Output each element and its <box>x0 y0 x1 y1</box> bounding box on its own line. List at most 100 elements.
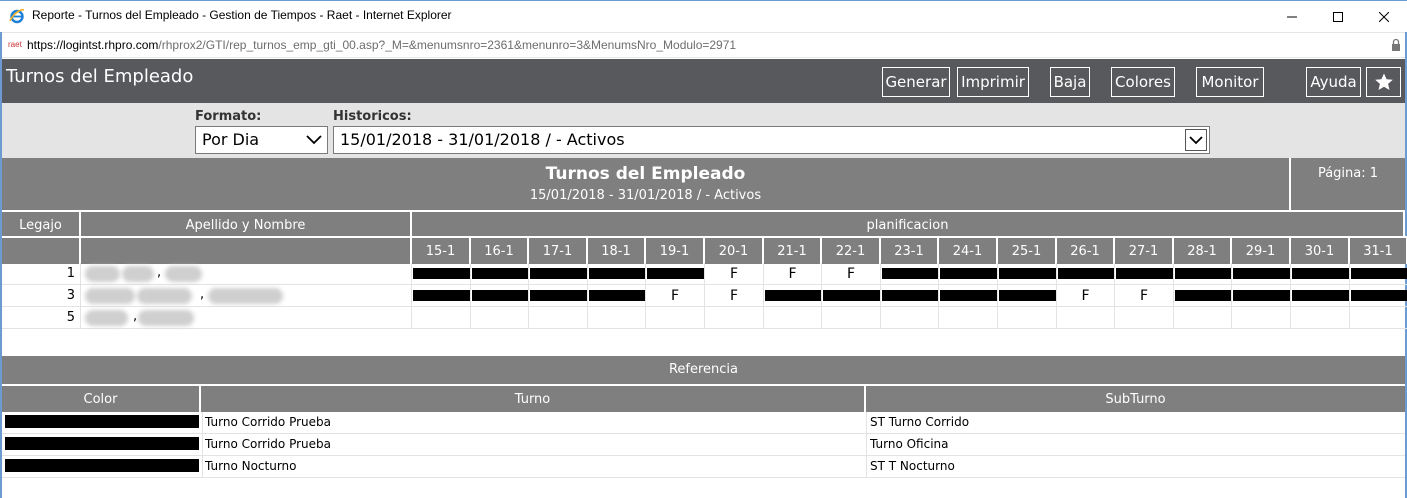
day-header: 19-1 <box>646 236 705 264</box>
day-header: 24-1 <box>939 236 998 264</box>
divider <box>202 456 203 478</box>
name-separator: , <box>133 309 138 324</box>
shift-bar <box>1351 290 1407 301</box>
app-header: Turnos del Empleado Generar Imprimir Baj… <box>2 59 1405 103</box>
address-bar[interactable]: raet https://logintst.rhpro.com/rhprox2/… <box>0 32 1407 58</box>
day-cell <box>471 307 529 329</box>
shift-bar <box>823 290 880 301</box>
report-subtitle: 15/01/2018 - 31/01/2018 / - Activos <box>529 188 762 203</box>
subturno-text: ST T Nocturno <box>870 459 955 473</box>
report-title: Turnos del Empleado <box>545 164 746 184</box>
url-text[interactable]: https://logintst.rhpro.com/rhprox2/GTI/r… <box>27 38 736 52</box>
day-header: 26-1 <box>1057 236 1115 264</box>
day-header: 30-1 <box>1291 236 1350 264</box>
divider <box>202 434 203 456</box>
day-header: 25-1 <box>998 236 1057 264</box>
day-cell: F <box>764 263 822 285</box>
legajo-cell: 5 <box>2 307 81 329</box>
colores-button[interactable]: Colores <box>1111 67 1175 97</box>
turno-text: Turno Nocturno <box>205 459 297 473</box>
redacted-name <box>122 266 154 282</box>
reference-col-subturno: SubTurno <box>866 384 1405 412</box>
color-swatch <box>5 437 199 450</box>
historicos-select[interactable]: 15/01/2018 - 31/01/2018 / - Activos <box>333 126 1210 154</box>
franco-mark: F <box>729 287 739 304</box>
divider <box>202 412 203 434</box>
site-favicon-icon: raet <box>8 40 22 49</box>
day-cell <box>412 263 471 285</box>
day-cell <box>764 307 822 329</box>
day-header: 27-1 <box>1115 236 1174 264</box>
shift-bar <box>1233 290 1290 301</box>
day-cell <box>529 263 588 285</box>
maximize-button[interactable] <box>1315 1 1361 32</box>
turno-text: Turno Corrido Prueba <box>205 437 331 451</box>
color-swatch <box>5 459 199 472</box>
baja-button[interactable]: Baja <box>1050 67 1090 97</box>
day-cell <box>1291 307 1350 329</box>
chevron-down-icon <box>303 129 325 151</box>
day-cell <box>646 307 705 329</box>
day-header: 18-1 <box>588 236 646 264</box>
day-cell <box>1232 263 1291 285</box>
franco-mark: F <box>788 265 797 282</box>
day-cell <box>822 285 881 307</box>
formato-value: Por Dia <box>202 130 260 149</box>
favorite-button[interactable] <box>1366 67 1401 97</box>
day-cell: F <box>646 285 705 307</box>
day-cell <box>939 307 998 329</box>
shift-bar <box>940 290 997 301</box>
divider <box>866 412 867 434</box>
day-cell <box>1174 263 1232 285</box>
shift-bar <box>589 290 645 301</box>
day-header: 17-1 <box>529 236 588 264</box>
ayuda-button[interactable]: Ayuda <box>1306 67 1361 97</box>
shift-bar <box>940 268 997 279</box>
day-cell <box>705 307 764 329</box>
maximize-icon <box>1333 11 1343 22</box>
star-icon <box>1374 73 1393 90</box>
minimize-button[interactable] <box>1269 1 1315 32</box>
imprimir-button[interactable]: Imprimir <box>957 67 1029 97</box>
day-cell <box>1115 263 1174 285</box>
day-header: 23-1 <box>881 236 939 264</box>
shift-bar <box>999 268 1056 279</box>
day-cell <box>1115 307 1174 329</box>
employee-name-cell: , <box>81 263 412 285</box>
day-cell <box>1291 285 1350 307</box>
day-cell <box>588 263 646 285</box>
day-header: 16-1 <box>471 236 529 264</box>
day-cell: F <box>822 263 881 285</box>
close-button[interactable] <box>1361 1 1407 32</box>
shift-bar <box>472 290 528 301</box>
generar-button[interactable]: Generar <box>882 67 950 97</box>
day-cell <box>412 285 471 307</box>
day-cell <box>588 285 646 307</box>
shift-bar <box>765 290 821 301</box>
day-cell <box>529 285 588 307</box>
historicos-label: Historicos: <box>333 109 412 124</box>
day-cell <box>1291 263 1350 285</box>
shift-bar <box>472 268 528 279</box>
formato-select[interactable]: Por Dia <box>195 126 328 154</box>
page-indicator: Página: 1 <box>1289 158 1405 210</box>
shift-bar <box>530 290 587 301</box>
name-separator: , <box>200 287 205 302</box>
legajo-cell: 3 <box>2 285 81 307</box>
day-cell <box>1174 307 1232 329</box>
monitor-button[interactable]: Monitor <box>1196 67 1264 97</box>
internet-explorer-icon <box>9 9 25 24</box>
reference-col-turno: Turno <box>201 384 866 412</box>
redacted-name <box>138 310 194 326</box>
day-header: 22-1 <box>822 236 881 264</box>
window-title: Reporte - Turnos del Empleado - Gestion … <box>32 8 452 22</box>
shift-bar <box>1233 268 1290 279</box>
day-cell <box>998 307 1057 329</box>
lock-icon[interactable] <box>1391 38 1401 52</box>
day-header: 29-1 <box>1232 236 1291 264</box>
day-header: 15-1 <box>412 236 471 264</box>
shift-bar <box>589 268 645 279</box>
day-cell <box>881 285 939 307</box>
close-icon <box>1379 11 1389 22</box>
shift-bar <box>1175 290 1231 301</box>
